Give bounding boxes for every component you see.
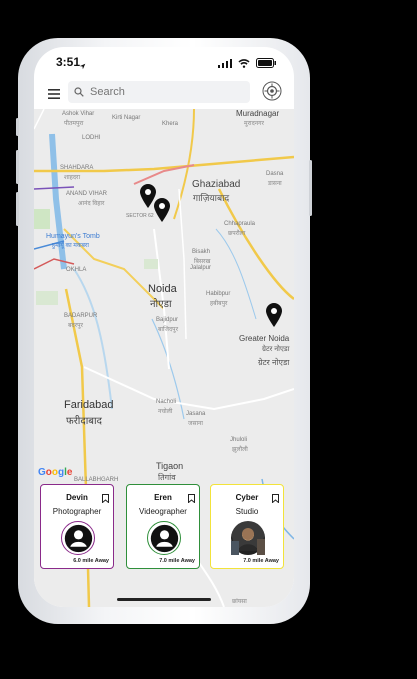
- map-label: SHAHDARA: [60, 165, 94, 171]
- map-label: Dasna: [266, 171, 284, 177]
- side-button: [16, 150, 19, 184]
- map-label: Khera: [162, 121, 179, 127]
- map-label: हबीबपुर: [210, 301, 228, 307]
- map-label: Ghaziabad: [192, 179, 241, 190]
- map-label: Bisakh: [192, 249, 211, 255]
- map-label: BALLABHGARH: [74, 477, 119, 483]
- map-label: Bajidpur: [156, 317, 179, 323]
- status-icons: [218, 55, 276, 73]
- status-time: 3:51: [56, 55, 81, 69]
- card-distance: 7.0 mile Away: [159, 558, 195, 564]
- profile-card[interactable]: Eren Videographer 7.0 mile Away: [126, 484, 200, 569]
- map-label: LODHI: [82, 135, 101, 141]
- user-avatar-icon: [61, 521, 95, 555]
- map-label: Nacholi: [156, 399, 177, 405]
- map-label: छपरौला: [228, 231, 246, 237]
- battery-icon: [256, 55, 276, 73]
- map-label: गाज़ियाबाद: [193, 193, 230, 203]
- map-label: नोएडा: [150, 299, 172, 310]
- map-label: बदरपुर: [68, 323, 83, 329]
- map-label: डासना: [268, 181, 282, 187]
- card-distance: 7.0 mile Away: [243, 558, 279, 564]
- profile-card[interactable]: Cyber Studio 7.0 mile Away: [210, 484, 284, 569]
- search-icon: [74, 87, 84, 97]
- search-input[interactable]: [88, 85, 242, 99]
- map-label: तिगांव: [158, 473, 176, 482]
- google-logo: Google: [38, 467, 73, 478]
- card-distance: 6.0 mile Away: [73, 558, 109, 564]
- map-label: Jhuloli: [230, 437, 248, 443]
- map-label: पीतमपुरा: [64, 121, 84, 127]
- status-bar: 3:51: [34, 47, 294, 77]
- card-role: Studio: [235, 507, 259, 516]
- map-label: नचोली: [158, 409, 173, 415]
- map-label: आनंद विहार: [78, 201, 105, 207]
- map-label: Ashok Vihar: [62, 111, 95, 117]
- side-button: [16, 192, 19, 226]
- map-pin-icon[interactable]: [266, 303, 282, 332]
- profile-card[interactable]: Devin Photographer 6.0 mile Away: [40, 484, 114, 569]
- map-label: हुमायूँ का मकबरा: [52, 243, 89, 249]
- wifi-icon: [238, 55, 250, 73]
- side-button: [309, 160, 312, 216]
- side-button: [16, 118, 19, 136]
- map-label: झुलौली: [232, 447, 248, 453]
- map-label: ग्रेटर नोएडा: [258, 358, 290, 367]
- map-label: Tigaon: [156, 461, 184, 471]
- home-indicator[interactable]: [117, 598, 211, 601]
- bookmark-icon[interactable]: [272, 490, 279, 504]
- map-label: Jalalpur: [190, 265, 212, 271]
- map-label: ग्रेटर नोएडा: [262, 346, 290, 353]
- map-view[interactable]: Ashok Vihar पीतमपुरा Kirti Nagar LODHI S…: [34, 109, 294, 607]
- signal-icon: [218, 55, 232, 73]
- card-role: Videographer: [139, 507, 187, 516]
- map-label: मुरादनगर: [244, 121, 264, 127]
- map-label: बाजिदपुर: [158, 327, 179, 333]
- map-label: Kirti Nagar: [112, 115, 141, 121]
- map-label: Humayun's Tomb: [46, 233, 100, 240]
- studio-avatar-photo: [231, 521, 265, 555]
- map-label: फरीदाबाद: [66, 416, 102, 427]
- map-label: OKHLA: [66, 267, 87, 273]
- map-label: Jasana: [186, 411, 206, 417]
- map-label: Noida: [148, 283, 177, 295]
- map-label: छांयसा: [232, 599, 247, 605]
- map-label: बिसरख: [194, 259, 211, 265]
- map-label: SECTOR 62: [126, 213, 154, 219]
- map-label: ANAND VIHAR: [66, 191, 108, 197]
- locate-icon[interactable]: [262, 81, 282, 101]
- map-label: BADARPUR: [64, 313, 98, 319]
- menu-icon[interactable]: [48, 86, 60, 99]
- search-row: [34, 77, 294, 107]
- card-role: Photographer: [52, 507, 102, 516]
- app-screen: 3:51 Search Ashok Vihar पीतमपुरा Kirti N…: [34, 47, 294, 607]
- map-pin-icon[interactable]: [154, 198, 170, 227]
- map-label: Habibpur: [206, 291, 231, 297]
- bookmark-icon[interactable]: [188, 490, 195, 504]
- map-label: Chhapraula: [224, 221, 256, 227]
- map-label: शाहदरा: [64, 175, 81, 181]
- bookmark-icon[interactable]: [102, 490, 109, 504]
- user-avatar-icon: [147, 521, 181, 555]
- map-label: जसाना: [188, 421, 203, 427]
- map-label: Faridabad: [64, 399, 114, 411]
- map-label: Greater Noida: [239, 334, 290, 343]
- location-arrow-icon: [79, 57, 86, 75]
- search-bar[interactable]: [68, 81, 250, 103]
- map-label: Muradnagar: [236, 109, 280, 118]
